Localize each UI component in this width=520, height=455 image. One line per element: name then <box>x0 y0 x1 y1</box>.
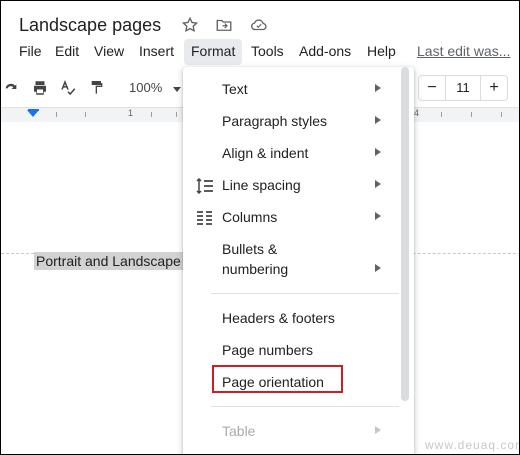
menu-item-label-line2: numbering <box>222 261 289 277</box>
ruler-tick <box>56 112 57 117</box>
redo-icon[interactable] <box>3 79 19 100</box>
ruler-tick <box>501 112 502 117</box>
submenu-arrow-icon <box>375 180 381 188</box>
format-dropdown-menu: Text Paragraph styles Align & indent Lin… <box>183 67 414 454</box>
menu-item-label: Columns <box>222 209 278 225</box>
move-folder-icon[interactable] <box>215 16 233 34</box>
last-edit-link[interactable]: Last edit was... <box>417 43 510 59</box>
zoom-select[interactable]: 100% <box>129 80 162 95</box>
submenu-arrow-icon <box>375 116 381 124</box>
menu-edit[interactable]: Edit <box>55 43 79 59</box>
ruler-tick <box>441 112 442 117</box>
star-icon[interactable] <box>181 16 199 34</box>
title-icons <box>181 16 269 34</box>
ruler-tick <box>176 112 177 117</box>
screenshot-frame: Landscape pages File Edit View Insert Fo… <box>0 0 520 455</box>
menu-item-label: Text <box>222 81 248 97</box>
menu-help[interactable]: Help <box>367 43 396 59</box>
paint-format-icon[interactable] <box>89 79 105 100</box>
menu-format[interactable]: Format <box>191 43 235 59</box>
menu-item-label-line1: Bullets & <box>222 241 278 257</box>
menu-item-label: Headers & footers <box>222 310 335 326</box>
increase-font-size-button[interactable]: + <box>481 76 507 100</box>
page-orientation-highlight-box <box>212 365 343 393</box>
submenu-arrow-icon <box>375 84 381 92</box>
menu-separator <box>211 406 399 407</box>
font-size-input[interactable]: 11 <box>445 76 481 100</box>
spellcheck-icon[interactable] <box>59 79 77 102</box>
menu-view[interactable]: View <box>94 43 124 59</box>
menu-separator <box>211 293 399 294</box>
menu-item-label: Paragraph styles <box>222 113 328 129</box>
menu-item-label: Align & indent <box>222 145 309 161</box>
submenu-arrow-icon <box>375 148 381 156</box>
cloud-status-icon[interactable] <box>249 16 269 34</box>
menu-addons[interactable]: Add-ons <box>299 43 351 59</box>
menu-scrollbar[interactable] <box>401 67 409 401</box>
line-spacing-icon <box>196 177 214 197</box>
submenu-arrow-icon <box>375 426 381 434</box>
zoom-caret-icon[interactable] <box>173 87 181 92</box>
ruler-mark: 1 <box>128 108 134 118</box>
submenu-arrow-icon <box>375 264 381 272</box>
menu-item-label: Page numbers <box>222 342 314 358</box>
decrease-font-size-button[interactable]: − <box>419 76 445 100</box>
ruler-mark: 4 <box>414 108 420 118</box>
menu-file[interactable]: File <box>19 43 42 59</box>
document-title[interactable]: Landscape pages <box>19 15 161 36</box>
ruler-tick <box>85 112 86 117</box>
columns-icon <box>196 210 214 229</box>
menu-item-label: Table <box>222 423 256 439</box>
menu-insert[interactable]: Insert <box>139 43 174 59</box>
print-icon[interactable] <box>31 79 49 102</box>
menu-tools[interactable]: Tools <box>251 43 284 59</box>
menu-item-label: Line spacing <box>222 177 301 193</box>
watermark: www.deuaq.com <box>425 438 520 452</box>
ruler-tick <box>471 112 472 117</box>
ruler-tick <box>151 112 152 117</box>
submenu-arrow-icon <box>375 212 381 220</box>
left-indent-handle[interactable] <box>27 110 39 117</box>
selected-document-text[interactable]: Portrait and Landscape <box>34 252 188 270</box>
font-size-control: − 11 + <box>418 75 508 101</box>
